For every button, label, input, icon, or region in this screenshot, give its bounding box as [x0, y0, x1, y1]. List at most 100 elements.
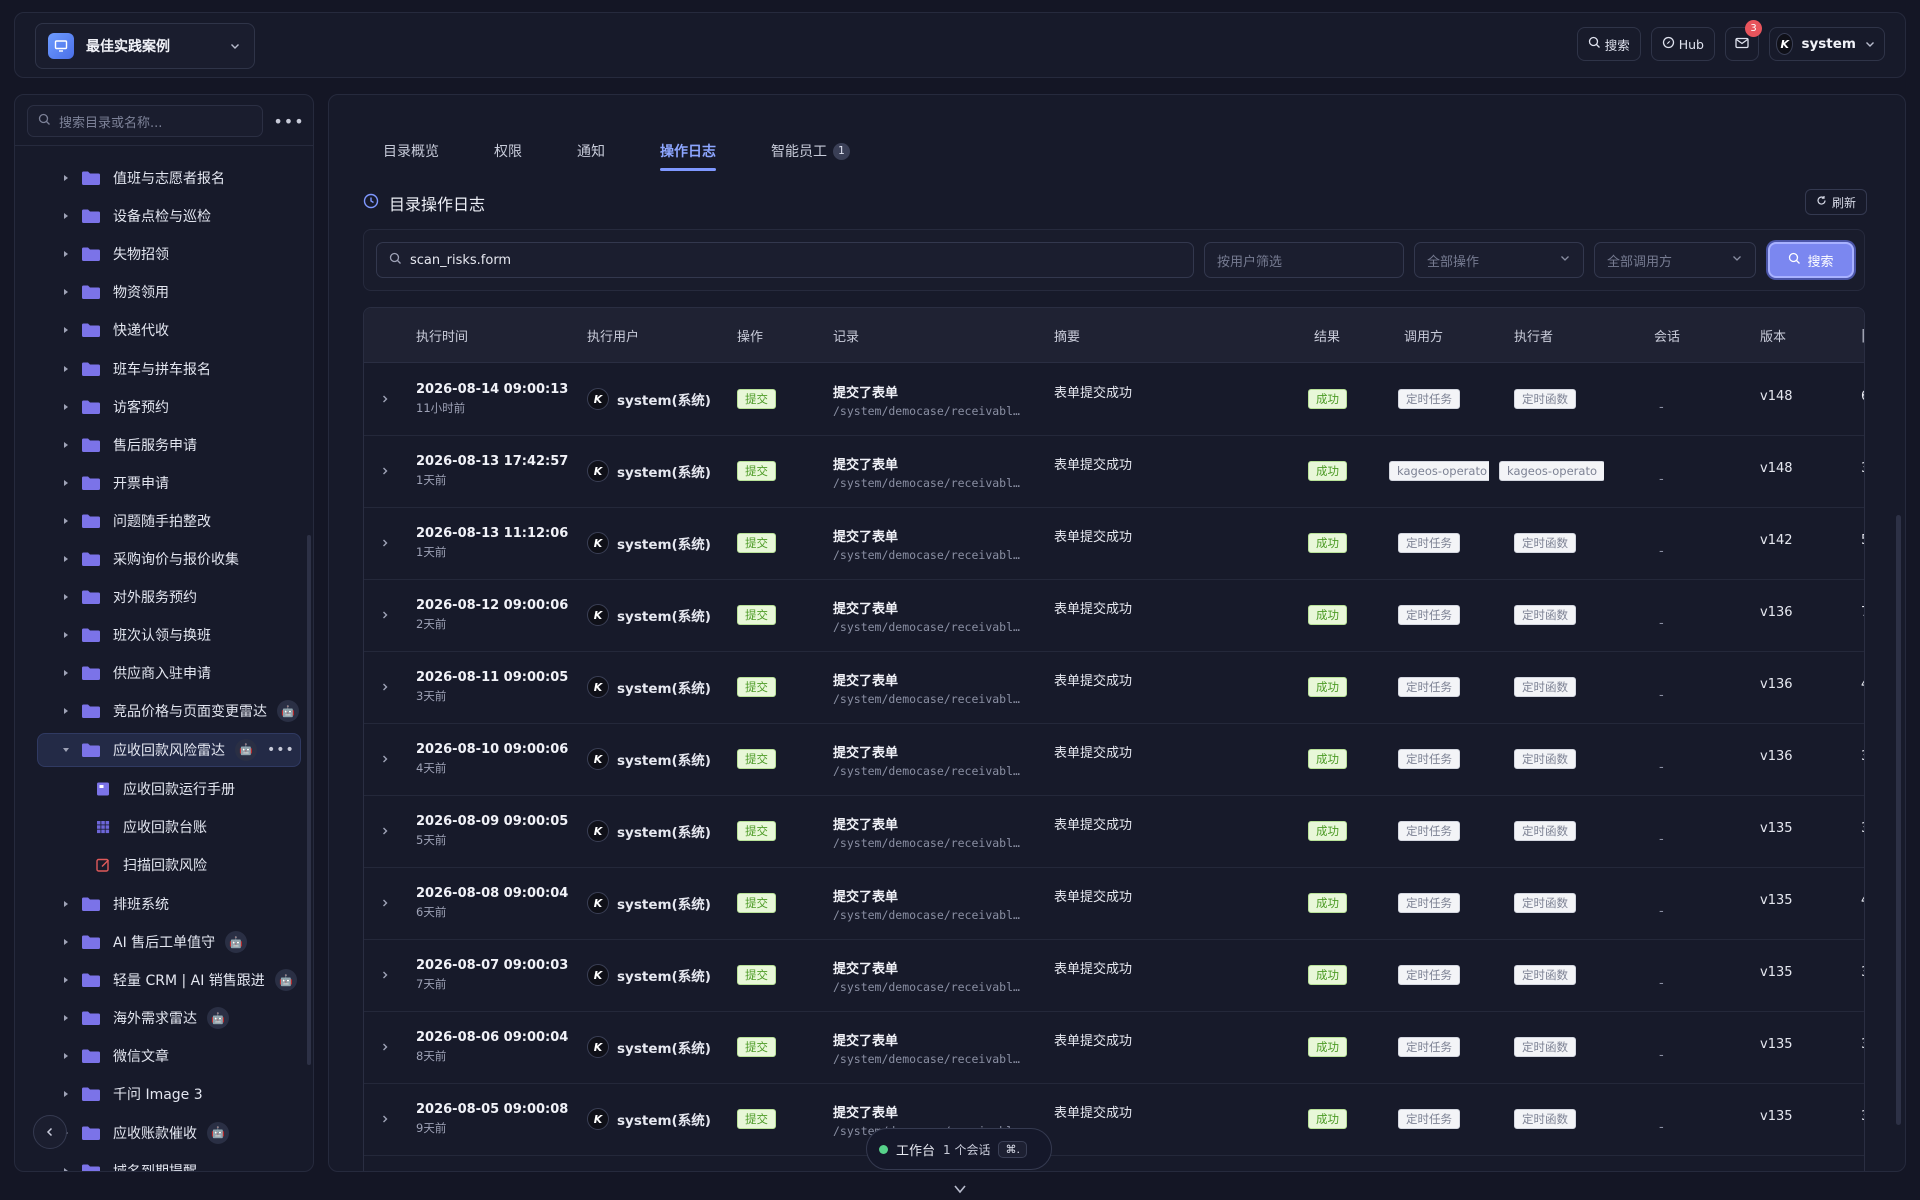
caret-right-icon[interactable] — [61, 287, 71, 297]
table-row[interactable]: 2026-08-05 09:00:08 9天前 Ksystem(系统) 提交 提交了表单… — [364, 1084, 1864, 1156]
sidebar-folder[interactable]: 设备点检与巡检 — [15, 200, 313, 232]
sidebar-folder[interactable]: 访客预约 — [15, 391, 313, 423]
expand-row-icon[interactable] — [380, 1112, 392, 1124]
caret-right-icon[interactable] — [61, 630, 71, 640]
sidebar-folder[interactable]: 问题随手拍整改 — [15, 505, 313, 537]
sidebar-folder[interactable]: 快递代收 — [15, 314, 313, 346]
user-menu[interactable]: K system — [1769, 27, 1885, 61]
table-row[interactable]: 2026-08-10 09:00:06 4天前 Ksystem(系统) 提交 提交了表单… — [364, 724, 1864, 796]
global-search-button[interactable]: 搜索 — [1576, 27, 1641, 61]
sidebar-folder[interactable]: 域名到期提醒 — [15, 1155, 313, 1171]
record-path[interactable]: /system/democase/receivabl… — [833, 476, 1033, 490]
sidebar-child-item[interactable]: 扫描回款风险 — [15, 849, 313, 881]
sidebar-folder[interactable]: 失物招领 — [15, 238, 313, 270]
caller-select[interactable]: 全部调用方 — [1594, 242, 1756, 278]
sidebar-folder[interactable]: 千问 Image 3 — [15, 1078, 313, 1110]
record-path[interactable]: /system/democase/receivabl… — [833, 980, 1033, 994]
expand-dock-icon[interactable] — [948, 1180, 972, 1198]
refresh-button[interactable]: 刷新 — [1804, 189, 1867, 215]
sidebar-folder[interactable]: 供应商入驻申请 — [15, 657, 313, 689]
sidebar-folder[interactable]: 竞品价格与页面变更雷达 🤖 — [15, 695, 313, 727]
expand-row-icon[interactable] — [380, 680, 392, 692]
sidebar-folder[interactable]: 海外需求雷达 🤖 — [15, 1002, 313, 1034]
sidebar-folder[interactable]: 售后服务申请 — [15, 429, 313, 461]
caret-right-icon[interactable] — [61, 899, 71, 909]
caret-right-icon[interactable] — [61, 554, 71, 564]
table-row[interactable]: 2026-08-13 11:12:06 1天前 Ksystem(系统) 提交 提交了表单… — [364, 508, 1864, 580]
column-header[interactable]: 结果 — [1314, 308, 1340, 363]
expand-row-icon[interactable] — [380, 608, 392, 620]
sidebar-folder[interactable]: 对外服务预约 — [15, 581, 313, 613]
caret-right-icon[interactable] — [61, 364, 71, 374]
table-row[interactable]: 2026-08-06 09:00:04 8天前 Ksystem(系统) 提交 提交了表单… — [364, 1012, 1864, 1084]
column-header[interactable]: 会话 — [1654, 308, 1680, 363]
column-header[interactable]: 版本 — [1760, 308, 1786, 363]
sidebar-folder[interactable]: 班次认领与换班 — [15, 619, 313, 651]
sidebar-folder[interactable]: 开票申请 — [15, 467, 313, 499]
caret-right-icon[interactable] — [61, 1166, 71, 1171]
table-row[interactable]: 2026-08-07 09:00:03 7天前 Ksystem(系统) 提交 提交了表单… — [364, 940, 1864, 1012]
main-scrollbar[interactable] — [1896, 515, 1901, 1125]
caret-right-icon[interactable] — [61, 440, 71, 450]
caret-down-icon[interactable] — [61, 745, 71, 755]
table-row[interactable]: 2026-08-12 09:00:06 2天前 Ksystem(系统) 提交 提交了表单… — [364, 580, 1864, 652]
sidebar-folder[interactable]: 采购询价与报价收集 — [15, 543, 313, 575]
sidebar-folder[interactable]: 值班与志愿者报名 — [15, 162, 313, 194]
caret-right-icon[interactable] — [61, 975, 71, 985]
record-path[interactable]: /system/democase/receivabl… — [833, 548, 1033, 562]
log-search-input[interactable]: scan_risks.form — [376, 242, 1194, 278]
sidebar-folder[interactable]: 轻量 CRM | AI 销售跟进 🤖 — [15, 964, 313, 996]
record-path[interactable]: /system/democase/receivabl… — [833, 764, 1033, 778]
caret-right-icon[interactable] — [61, 249, 71, 259]
caret-right-icon[interactable] — [61, 592, 71, 602]
caret-right-icon[interactable] — [61, 1089, 71, 1099]
sidebar-child-item[interactable]: 应收回款运行手册 — [15, 773, 313, 805]
hub-button[interactable]: Hub — [1650, 27, 1715, 61]
sidebar-folder[interactable]: 班车与拼车报名 — [15, 353, 313, 385]
tab-permissions[interactable]: 权限 — [494, 141, 522, 171]
caret-right-icon[interactable] — [61, 1051, 71, 1061]
user-filter-input[interactable]: 按用户筛选 — [1204, 242, 1404, 278]
table-row[interactable]: 2026-08-13 17:42:57 1天前 Ksystem(系统) 提交 提交了表单… — [364, 436, 1864, 508]
column-header[interactable]: 执行者 — [1514, 308, 1553, 363]
sidebar-folder[interactable]: 微信文章 — [15, 1040, 313, 1072]
sidebar-search-input[interactable]: 搜索目录或名称... — [27, 105, 263, 137]
record-path[interactable]: /system/democase/receivabl… — [833, 620, 1033, 634]
sidebar-child-item[interactable]: 应收回款台账 — [15, 811, 313, 843]
record-path[interactable]: /system/democase/receivabl… — [833, 404, 1033, 418]
caret-right-icon[interactable] — [61, 668, 71, 678]
sidebar-folder[interactable]: 物资领用 — [15, 276, 313, 308]
sidebar-folder[interactable]: 排班系统 — [15, 888, 313, 920]
column-header[interactable]: 执行用户 — [587, 308, 639, 363]
expand-row-icon[interactable] — [380, 392, 392, 404]
caret-right-icon[interactable] — [61, 211, 71, 221]
more-options-icon[interactable]: ••• — [273, 109, 303, 133]
sidebar-scrollbar[interactable] — [307, 535, 311, 1065]
expand-row-icon[interactable] — [380, 968, 392, 980]
workspace-selector[interactable]: 最佳实践案例 — [35, 23, 255, 69]
sidebar-folder[interactable]: 应收回款风险雷达 🤖 ••• — [15, 734, 313, 766]
column-header[interactable]: 摘要 — [1054, 308, 1080, 363]
collapse-sidebar-button[interactable] — [33, 1115, 67, 1149]
tab-ai-staff[interactable]: 智能员工 1 — [771, 141, 850, 171]
tab-overview[interactable]: 目录概览 — [383, 141, 439, 171]
record-path[interactable]: /system/democase/receivabl… — [833, 908, 1033, 922]
table-row[interactable]: 2026-08-14 09:00:13 11小时前 Ksystem(系统) 提交 提交了… — [364, 364, 1864, 436]
caret-right-icon[interactable] — [61, 516, 71, 526]
expand-row-icon[interactable] — [380, 1040, 392, 1052]
record-path[interactable]: /system/democase/receivabl… — [833, 836, 1033, 850]
messages-button[interactable]: 3 — [1725, 20, 1762, 61]
more-options-icon[interactable]: ••• — [267, 742, 295, 758]
column-header[interactable]: 执行时间 — [416, 308, 468, 363]
table-row[interactable]: 2026-08-09 09:00:05 5天前 Ksystem(系统) 提交 提交了表单… — [364, 796, 1864, 868]
expand-row-icon[interactable] — [380, 752, 392, 764]
caret-right-icon[interactable] — [61, 173, 71, 183]
table-row[interactable]: 2026-08-11 09:00:05 3天前 Ksystem(系统) 提交 提交了表单… — [364, 652, 1864, 724]
expand-row-icon[interactable] — [380, 824, 392, 836]
expand-row-icon[interactable] — [380, 536, 392, 548]
caret-right-icon[interactable] — [61, 325, 71, 335]
column-header[interactable]: 操作 — [737, 308, 763, 363]
caret-right-icon[interactable] — [61, 706, 71, 716]
search-button[interactable]: 搜索 — [1768, 242, 1854, 278]
column-header[interactable]: 调用方 — [1404, 308, 1443, 363]
